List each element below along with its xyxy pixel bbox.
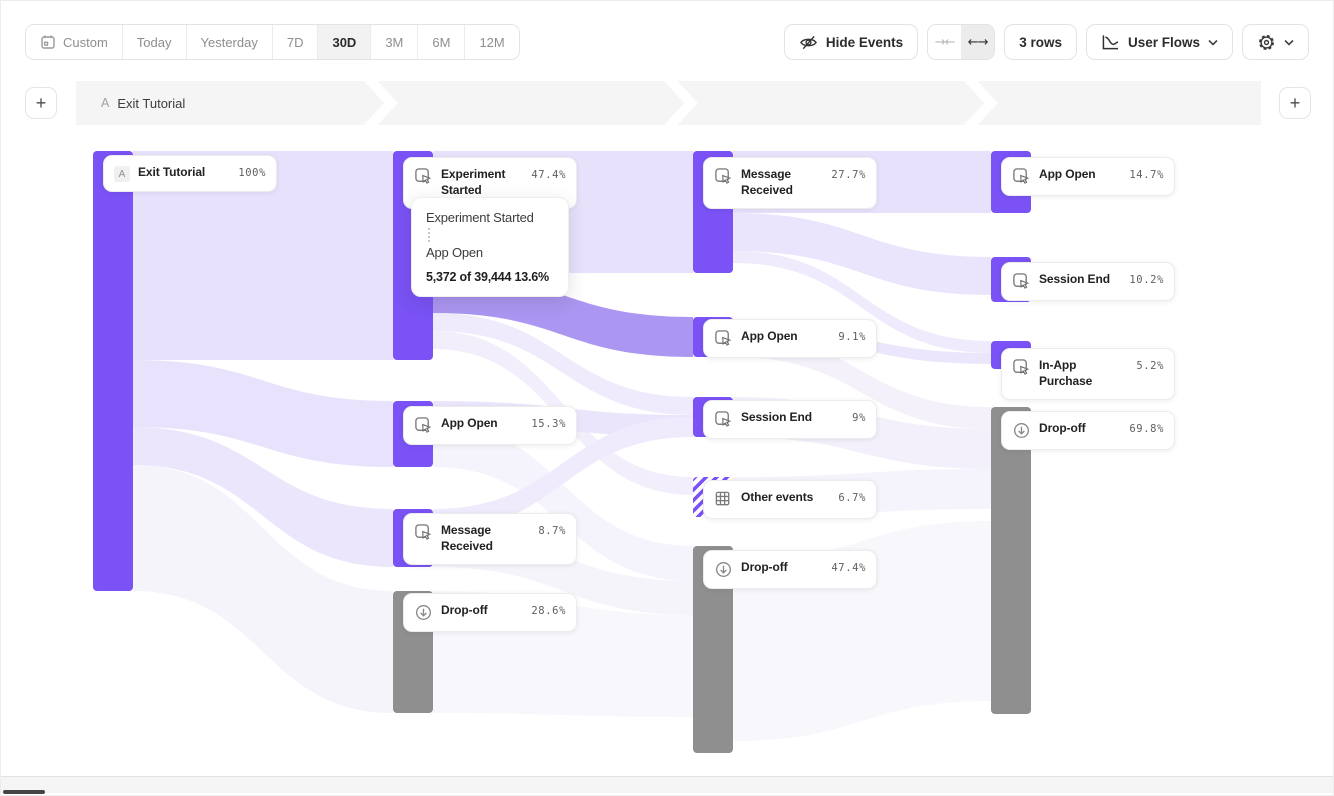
node-label: Drop-off	[741, 560, 788, 576]
node-percent: 6.7%	[838, 490, 866, 504]
click-event-icon	[714, 167, 733, 186]
flow-node-card-dropoff-3[interactable]: Drop-off 47.4%	[703, 550, 877, 589]
tooltip-stat: 5,372 of 39,444 13.6%	[426, 270, 554, 284]
click-event-icon	[1012, 272, 1031, 291]
click-event-icon	[714, 329, 733, 348]
node-percent: 10.2%	[1129, 272, 1164, 286]
node-label: App Open	[741, 329, 798, 345]
node-percent: 8.7%	[538, 523, 566, 537]
node-label: Message Received	[741, 167, 823, 199]
node-label: App Open	[1039, 167, 1096, 183]
node-percent: 47.4%	[531, 167, 566, 181]
node-label: Drop-off	[1039, 421, 1086, 437]
click-event-icon	[714, 410, 733, 429]
node-percent: 100%	[238, 165, 266, 179]
node-label: Other events	[741, 490, 813, 506]
dropoff-icon	[1012, 421, 1031, 440]
node-label: Session End	[1039, 272, 1110, 288]
flow-node-card-message-received-2[interactable]: Message Received 8.7%	[403, 513, 577, 565]
flow-node-card-other-events-3[interactable]: Other events 6.7%	[703, 480, 877, 519]
tooltip-target-event: App Open	[426, 245, 554, 260]
dropoff-icon	[414, 603, 433, 622]
node-percent: 28.6%	[531, 603, 566, 617]
dropoff-icon	[714, 560, 733, 579]
node-percent: 47.4%	[831, 560, 866, 574]
link-tooltip: Experiment Started App Open 5,372 of 39,…	[411, 197, 569, 297]
node-percent: 5.2%	[1136, 358, 1164, 372]
flow-node-card-session-end-4[interactable]: Session End 10.2%	[1001, 262, 1175, 301]
user-flows-app: Custom Today Yesterday 7D 30D 3M 6M 12M …	[0, 0, 1334, 796]
node-percent: 14.7%	[1129, 167, 1164, 181]
horizontal-scrollbar[interactable]	[3, 790, 45, 794]
node-label: App Open	[441, 416, 498, 432]
click-event-icon	[414, 523, 433, 542]
grid-icon	[714, 490, 733, 509]
flow-node-card-dropoff-4[interactable]: Drop-off 69.8%	[1001, 411, 1175, 450]
flow-node-card-app-open-2[interactable]: App Open 15.3%	[403, 406, 577, 445]
node-percent: 69.8%	[1129, 421, 1164, 435]
flow-node-card-session-end-3[interactable]: Session End 9%	[703, 400, 877, 439]
click-event-icon	[414, 167, 433, 186]
event-badge: A	[114, 166, 130, 182]
node-label: Session End	[741, 410, 812, 426]
node-bar-exit-tutorial[interactable]	[93, 151, 133, 591]
tooltip-connector-dots	[428, 228, 430, 242]
flow-link[interactable]	[733, 213, 991, 295]
click-event-icon	[1012, 167, 1031, 186]
tooltip-source-event: Experiment Started	[426, 210, 554, 225]
node-label: In-App Purchase	[1039, 358, 1128, 390]
bottom-scroll-area	[1, 776, 1333, 793]
click-event-icon	[1012, 358, 1031, 377]
node-percent: 9%	[852, 410, 866, 424]
node-percent: 27.7%	[831, 167, 866, 181]
flow-node-card-app-open-3[interactable]: App Open 9.1%	[703, 319, 877, 358]
node-percent: 9.1%	[838, 329, 866, 343]
node-bar-dropoff-4[interactable]	[991, 407, 1031, 714]
flow-node-card-dropoff-2[interactable]: Drop-off 28.6%	[403, 593, 577, 632]
node-percent: 15.3%	[531, 416, 566, 430]
node-label: Message Received	[441, 523, 530, 555]
flow-node-card-in-app-purchase-4[interactable]: In-App Purchase 5.2%	[1001, 348, 1175, 400]
flow-node-card-app-open-4[interactable]: App Open 14.7%	[1001, 157, 1175, 196]
node-label: Drop-off	[441, 603, 488, 619]
click-event-icon	[414, 416, 433, 435]
flow-node-card-message-received-3[interactable]: Message Received 27.7%	[703, 157, 877, 209]
flow-node-card-exit-tutorial[interactable]: A Exit Tutorial 100%	[103, 155, 277, 192]
node-label: Experiment Started	[441, 167, 523, 199]
node-label: Exit Tutorial	[138, 165, 205, 181]
